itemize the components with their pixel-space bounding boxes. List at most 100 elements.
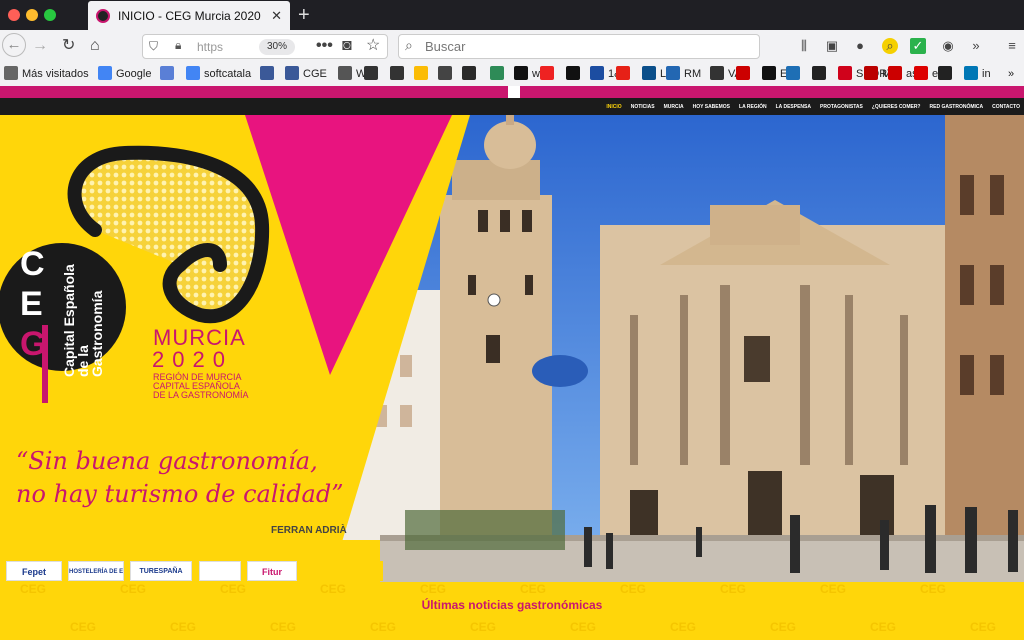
- bookmark-favicon-icon: [186, 66, 200, 80]
- bookmark-favicon-icon: [414, 66, 428, 80]
- bookmark-favicon-icon: [762, 66, 776, 80]
- bookmark-22[interactable]: E: [762, 66, 787, 82]
- bookmark-favicon-icon: [390, 66, 404, 80]
- close-window-button[interactable]: [8, 9, 20, 21]
- bookmark-30[interactable]: in: [964, 66, 991, 82]
- search-input[interactable]: ⌕ Buscar: [398, 34, 760, 59]
- sidebar-icon[interactable]: ▣: [824, 38, 840, 54]
- shield-icon[interactable]: ⛉: [149, 39, 158, 54]
- bookmark-label: Más visitados: [22, 68, 89, 80]
- bookmark-favicon-icon: [914, 66, 928, 80]
- extension-icon[interactable]: ●: [852, 38, 868, 54]
- nav-item-4[interactable]: LA REGIÓN: [739, 104, 767, 110]
- bookmark-12[interactable]: [490, 66, 508, 82]
- bookmark-7[interactable]: [364, 66, 382, 82]
- nav-item-7[interactable]: ¿QUIERES COMER?: [872, 104, 921, 110]
- nav-item-5[interactable]: LA DESPENSA: [776, 104, 811, 110]
- site-nav: INICIO NOTICIAS MURCIA HOY SABEMOS LA REGIÓN…: [0, 98, 1024, 115]
- bookmark-favicon-icon: [666, 66, 680, 80]
- zoom-level[interactable]: 30%: [259, 39, 295, 55]
- quote-line-1: “Sin buena gastronomía,: [16, 447, 318, 475]
- sponsor-gobierno[interactable]: [303, 561, 383, 581]
- sponsor-fitur[interactable]: Fitur: [247, 561, 297, 581]
- bookmark-14[interactable]: [540, 66, 558, 82]
- bookmark-favicon-icon: [338, 66, 352, 80]
- sponsor-turespana[interactable]: TURESPAÑA: [130, 561, 192, 581]
- bookmark-1[interactable]: Google: [98, 66, 151, 82]
- bookmark-favicon-icon: [888, 66, 902, 80]
- bookmark-24[interactable]: [812, 66, 830, 82]
- bookmark-9[interactable]: [414, 66, 432, 82]
- library-icon[interactable]: ⫼: [796, 38, 812, 54]
- top-announcement-strip: [0, 86, 1024, 98]
- bookmark-favicon-icon: [4, 66, 18, 80]
- bookmark-4[interactable]: [260, 66, 278, 82]
- website: INICIO NOTICIAS MURCIA HOY SABEMOS LA REGIÓN…: [0, 86, 1024, 640]
- close-tab-icon[interactable]: ✕: [271, 8, 282, 24]
- year-title: 2020: [152, 347, 233, 372]
- forward-button-icon[interactable]: →: [32, 37, 48, 55]
- bookmark-favicon-icon: [786, 66, 800, 80]
- nav-item-9[interactable]: CONTACTO: [992, 104, 1020, 110]
- account-icon[interactable]: ◉: [940, 38, 956, 54]
- bookmark-favicon-icon: [590, 66, 604, 80]
- nav-item-6[interactable]: PROTAGONISTAS: [820, 104, 863, 110]
- bookmarks-bar: Más visitadosGooglesoftcatalaCGEWwe1&1LR…: [0, 63, 1024, 85]
- sponsor-logo-4[interactable]: [199, 561, 241, 581]
- bookmark-label: in: [982, 68, 991, 80]
- bookmark-3[interactable]: softcatala: [186, 66, 251, 82]
- pocket-icon[interactable]: ◙: [342, 37, 352, 55]
- bookmark-11[interactable]: [462, 66, 480, 82]
- bookmark-0[interactable]: Más visitados: [4, 66, 89, 82]
- bookmark-favicon-icon: [285, 66, 299, 80]
- bookmark-favicon-icon: [710, 66, 724, 80]
- bookmark-8[interactable]: [390, 66, 408, 82]
- nav-item-8[interactable]: RED GASTRONÓMICA: [930, 104, 984, 110]
- bookmark-21[interactable]: [736, 66, 754, 82]
- sponsor-hosteleria[interactable]: HOSTELERÍA DE ESPAÑA: [68, 561, 124, 581]
- tab-active[interactable]: INICIO - CEG Murcia 2020 ✕: [88, 1, 290, 30]
- search-placeholder: Buscar: [425, 39, 466, 54]
- extension-search-icon[interactable]: ⌕: [882, 38, 898, 54]
- svg-text:C: C: [20, 245, 45, 283]
- search-icon: ⌕: [405, 37, 413, 53]
- hero-banner: C E G Capital Española de la Gastronomía…: [0, 115, 1024, 582]
- nav-item-0[interactable]: INICIO: [606, 104, 621, 110]
- page-actions-icon[interactable]: •••: [316, 37, 333, 55]
- bookmark-18[interactable]: L: [642, 66, 666, 82]
- bookmark-23[interactable]: [786, 66, 804, 82]
- bookmarks-overflow-icon[interactable]: »: [1008, 66, 1014, 82]
- bookmark-10[interactable]: [438, 66, 456, 82]
- overflow-chevron-icon[interactable]: »: [968, 38, 984, 54]
- announcement-button[interactable]: [508, 86, 520, 98]
- nav-item-3[interactable]: HOY SABEMOS: [693, 104, 730, 110]
- logo-caption: Capital Española de la Gastronomía: [61, 264, 105, 377]
- nav-item-2[interactable]: MURCIA: [664, 104, 684, 110]
- back-button-icon[interactable]: ←: [2, 33, 26, 57]
- bookmark-favicon-icon: [642, 66, 656, 80]
- bookmark-17[interactable]: [616, 66, 634, 82]
- reload-icon[interactable]: ↻: [62, 37, 75, 55]
- minimize-window-button[interactable]: [26, 9, 38, 21]
- bookmark-label: softcatala: [204, 68, 252, 80]
- site-favicon-icon: [96, 8, 110, 23]
- site-menu: INICIO NOTICIAS MURCIA HOY SABEMOS LA REGIÓN…: [606, 98, 1020, 115]
- lock-icon[interactable]: 🔒︎: [175, 38, 181, 53]
- zoom-window-button[interactable]: [44, 9, 56, 21]
- bookmark-15[interactable]: [566, 66, 584, 82]
- menu-icon[interactable]: ≡: [1004, 38, 1020, 54]
- nav-item-1[interactable]: NOTICIAS: [631, 104, 655, 110]
- extension-check-icon[interactable]: ✓: [910, 38, 926, 54]
- home-icon[interactable]: ⌂: [90, 37, 100, 55]
- quote-line-2: no hay turismo de calidad”: [16, 480, 344, 508]
- bookmark-29[interactable]: [938, 66, 956, 82]
- bookmark-6[interactable]: W: [338, 66, 366, 82]
- url-text[interactable]: https: [197, 40, 223, 54]
- bookmark-star-icon[interactable]: ☆: [366, 37, 380, 55]
- bookmark-2[interactable]: [160, 66, 178, 82]
- new-tab-icon[interactable]: +: [298, 4, 310, 27]
- bookmark-5[interactable]: CGE: [285, 66, 327, 82]
- news-heading: Últimas noticias gastronómicas: [421, 598, 603, 612]
- bookmark-19[interactable]: RM: [666, 66, 701, 82]
- sponsor-fepet[interactable]: Fepet: [6, 561, 62, 581]
